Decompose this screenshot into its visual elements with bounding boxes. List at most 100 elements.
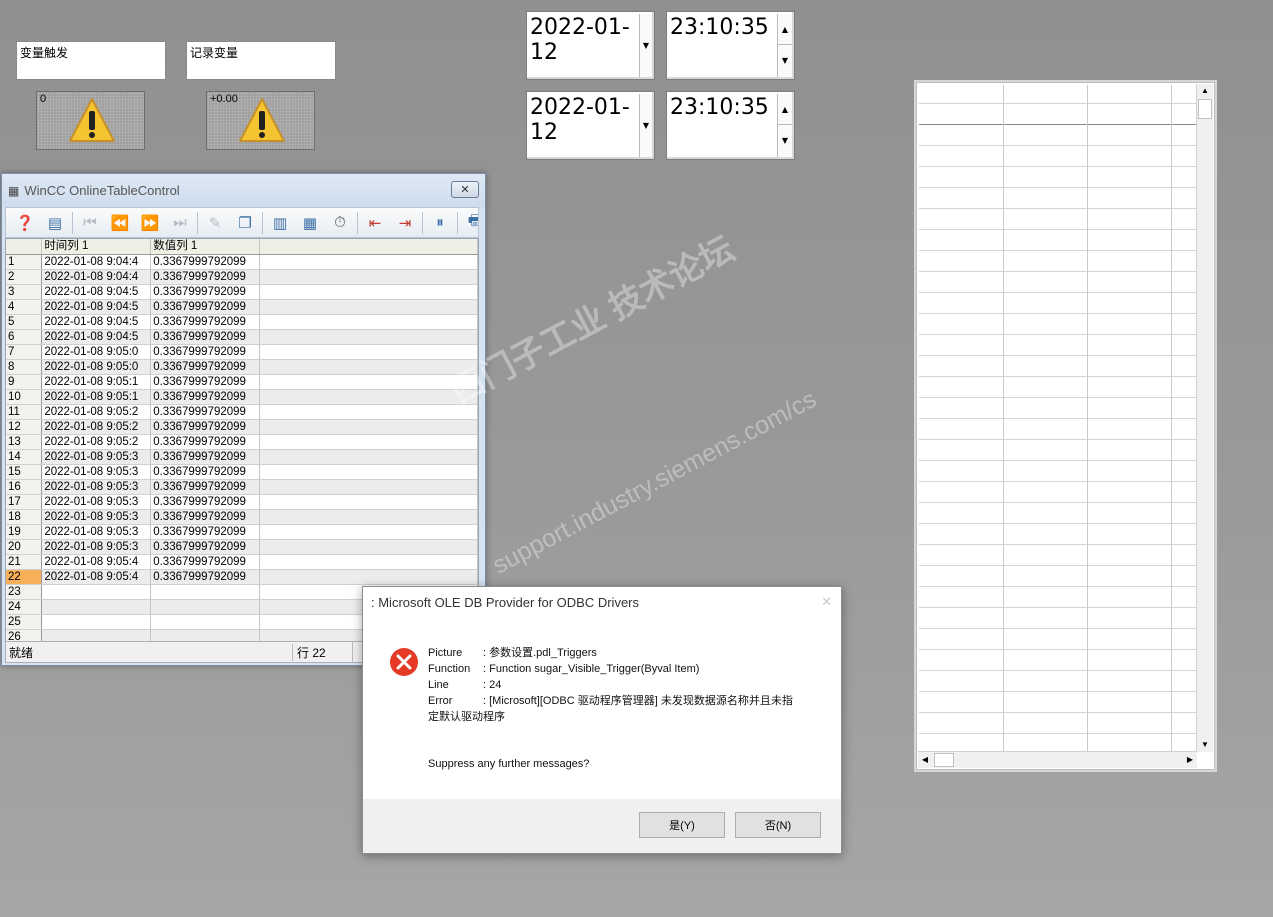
value-cell[interactable]: 0.3367999792099 — [150, 254, 261, 270]
row-number[interactable]: 6 — [6, 329, 43, 345]
time-cell[interactable]: 2022-01-08 9:05:3 — [41, 464, 152, 480]
time-cell[interactable]: 2022-01-08 9:05:2 — [41, 404, 152, 420]
print-icon[interactable]: 🖶 — [462, 210, 478, 236]
time-cell[interactable]: 2022-01-08 9:04:4 — [41, 269, 152, 285]
copy-icon[interactable]: ❐ — [232, 210, 258, 236]
row-number[interactable]: 9 — [6, 374, 43, 390]
column-header-time[interactable]: 时间列 1 — [41, 239, 152, 255]
column-header-value[interactable]: 数值列 1 — [150, 239, 261, 255]
time-cell[interactable]: 2022-01-08 9:05:1 — [41, 389, 152, 405]
time-cell[interactable]: 2022-01-08 9:05:3 — [41, 494, 152, 510]
end-date-picker[interactable]: 2022-01-12 ▼ — [526, 91, 655, 160]
value-cell[interactable]: 0.3367999792099 — [150, 344, 261, 360]
error-dialog[interactable]: : Microsoft OLE DB Provider for ODBC Dri… — [362, 586, 842, 854]
config-icon[interactable]: ▤ — [42, 210, 68, 236]
value-cell[interactable]: 0.3367999792099 — [150, 299, 261, 315]
row-number[interactable]: 15 — [6, 464, 43, 480]
scroll-up-icon[interactable]: ▲ — [1197, 84, 1213, 98]
time-cell[interactable]: 2022-01-08 9:05:3 — [41, 539, 152, 555]
time-cell[interactable]: 2022-01-08 9:05:2 — [41, 419, 152, 435]
time-cell[interactable]: 2022-01-08 9:04:5 — [41, 299, 152, 315]
table-row[interactable]: 14 2022-01-08 9:05:3 0.3367999792099 — [6, 449, 478, 465]
time-cell[interactable]: 2022-01-08 9:05:3 — [41, 509, 152, 525]
row-number[interactable]: 8 — [6, 359, 43, 375]
table-row[interactable]: 18 2022-01-08 9:05:3 0.3367999792099 — [6, 509, 478, 525]
value-cell[interactable]: 0.3367999792099 — [150, 569, 261, 585]
row-number[interactable]: 12 — [6, 419, 43, 435]
scroll-thumb[interactable] — [934, 753, 954, 767]
table-row[interactable]: 6 2022-01-08 9:04:5 0.3367999792099 — [6, 329, 478, 345]
scroll-left-icon[interactable]: ◀ — [918, 752, 932, 768]
table-row[interactable]: 5 2022-01-08 9:04:5 0.3367999792099 — [6, 314, 478, 330]
scroll-thumb[interactable] — [1198, 99, 1212, 119]
row-number[interactable]: 14 — [6, 449, 43, 465]
row-number[interactable]: 21 — [6, 554, 43, 570]
value-cell[interactable]: 0.3367999792099 — [150, 389, 261, 405]
time-spinner[interactable]: ▲ ▼ — [777, 14, 792, 77]
window-titlebar[interactable]: ▦ WinCC OnlineTableControl — [2, 174, 485, 207]
horizontal-scrollbar[interactable]: ◀ ▶ — [918, 751, 1197, 768]
row-number[interactable]: 16 — [6, 479, 43, 495]
indicator-1[interactable]: 0 — [36, 91, 145, 150]
value-cell[interactable]: 0.3367999792099 — [150, 269, 261, 285]
time-cell[interactable]: 2022-01-08 9:05:4 — [41, 569, 152, 585]
spin-down-icon[interactable]: ▼ — [778, 45, 792, 76]
table-row[interactable]: 9 2022-01-08 9:05:1 0.3367999792099 — [6, 374, 478, 390]
table-row[interactable]: 3 2022-01-08 9:04:5 0.3367999792099 — [6, 284, 478, 300]
table-row[interactable]: 2 2022-01-08 9:04:4 0.3367999792099 — [6, 269, 478, 285]
scroll-down-icon[interactable]: ▼ — [1197, 738, 1213, 752]
row-number[interactable]: 3 — [6, 284, 43, 300]
row-number[interactable]: 7 — [6, 344, 43, 360]
table-row[interactable]: 21 2022-01-08 9:05:4 0.3367999792099 — [6, 554, 478, 570]
no-button[interactable]: 否(N) — [735, 812, 821, 838]
table-row[interactable]: 17 2022-01-08 9:05:3 0.3367999792099 — [6, 494, 478, 510]
row-number[interactable]: 11 — [6, 404, 43, 420]
record-variable-field[interactable]: 记录变量 — [186, 41, 336, 80]
first-icon[interactable]: ⏮ — [77, 210, 103, 236]
time-cell[interactable]: 2022-01-08 9:05:0 — [41, 359, 152, 375]
time-cell[interactable]: 2022-01-08 9:05:3 — [41, 524, 152, 540]
time-cell[interactable]: 2022-01-08 9:05:0 — [41, 344, 152, 360]
indicator-2[interactable]: +0.00 — [206, 91, 315, 150]
row-number[interactable]: 22 — [6, 569, 43, 585]
yes-button[interactable]: 是(Y) — [639, 812, 725, 838]
value-cell[interactable] — [150, 584, 261, 600]
value-cell[interactable]: 0.3367999792099 — [150, 374, 261, 390]
value-cell[interactable]: 0.3367999792099 — [150, 434, 261, 450]
time-cell[interactable] — [41, 599, 152, 615]
online-table-grid[interactable]: 时间列 1 数值列 1 1 2022-01-08 9:04:4 0.33679997… — [5, 238, 479, 642]
end-time-picker[interactable]: 23:10:35 ▲ ▼ — [666, 91, 795, 160]
table-row[interactable]: 19 2022-01-08 9:05:3 0.3367999792099 — [6, 524, 478, 540]
next-page-icon[interactable]: ⏩ — [137, 210, 163, 236]
start-date-picker[interactable]: 2022-01-12 ▼ — [526, 11, 655, 80]
time-cell[interactable]: 2022-01-08 9:05:3 — [41, 479, 152, 495]
value-cell[interactable]: 0.3367999792099 — [150, 419, 261, 435]
value-cell[interactable]: 0.3367999792099 — [150, 359, 261, 375]
time-select-icon[interactable]: ⏱ — [327, 210, 353, 236]
row-number[interactable]: 19 — [6, 524, 43, 540]
time-cell[interactable]: 2022-01-08 9:05:4 — [41, 554, 152, 570]
row-number[interactable]: 1 — [6, 254, 43, 270]
table-row[interactable]: 22 2022-01-08 9:05:4 0.3367999792099 — [6, 569, 478, 585]
prev-page-icon[interactable]: ⏪ — [107, 210, 133, 236]
value-cell[interactable] — [150, 599, 261, 615]
row-number[interactable]: 10 — [6, 389, 43, 405]
row-number[interactable]: 4 — [6, 299, 43, 315]
value-cell[interactable] — [150, 614, 261, 630]
value-cell[interactable]: 0.3367999792099 — [150, 494, 261, 510]
row-number[interactable]: 18 — [6, 509, 43, 525]
row-number[interactable]: 23 — [6, 584, 43, 600]
dialog-close-icon[interactable]: ✕ — [821, 594, 832, 610]
value-cell[interactable]: 0.3367999792099 — [150, 479, 261, 495]
value-cell[interactable]: 0.3367999792099 — [150, 329, 261, 345]
table-row[interactable]: 16 2022-01-08 9:05:3 0.3367999792099 — [6, 479, 478, 495]
chevron-down-icon[interactable]: ▼ — [639, 94, 652, 157]
spin-down-icon[interactable]: ▼ — [778, 125, 792, 156]
table-row[interactable]: 10 2022-01-08 9:05:1 0.3367999792099 — [6, 389, 478, 405]
value-cell[interactable]: 0.3367999792099 — [150, 509, 261, 525]
row-number[interactable]: 5 — [6, 314, 43, 330]
time-cell[interactable] — [41, 614, 152, 630]
time-cell[interactable]: 2022-01-08 9:05:1 — [41, 374, 152, 390]
close-button[interactable]: ✕ — [451, 181, 479, 198]
help-icon[interactable]: ❓ — [12, 210, 38, 236]
